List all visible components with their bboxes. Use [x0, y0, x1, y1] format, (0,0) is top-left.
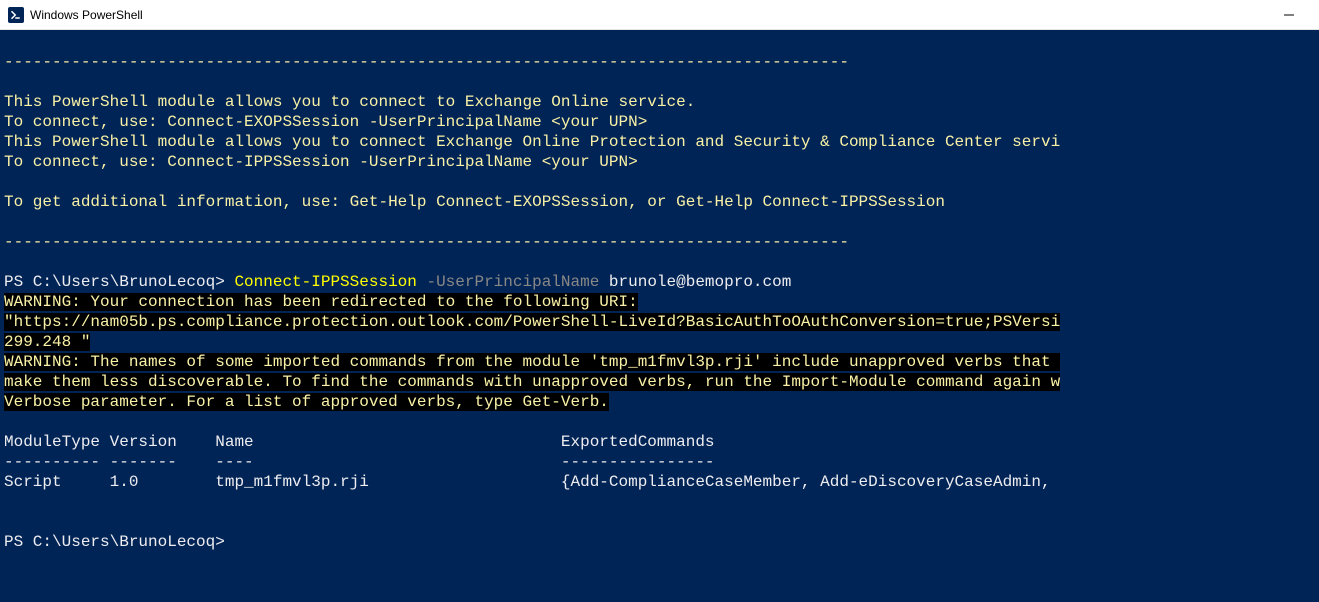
blank-line [4, 252, 1315, 272]
window-title: Windows PowerShell [30, 8, 143, 22]
minimize-button[interactable] [1266, 0, 1311, 30]
banner-hr-bottom: ----------------------------------------… [4, 232, 1315, 252]
table-row: Script 1.0 tmp_m1fmvl3p.rji {Add-Complia… [4, 472, 1315, 492]
warning-line-5: make them less discoverable. To find the… [4, 372, 1315, 392]
blank-line [4, 492, 1315, 512]
table-separator: ---------- ------- ---- ---------------- [4, 452, 1315, 472]
table-header: ModuleType Version Name ExportedCommands [4, 432, 1315, 452]
banner-line4: To connect, use: Connect-IPPSSession -Us… [4, 152, 1315, 172]
command-name: Connect-IPPSSession [234, 273, 426, 291]
blank-line [4, 172, 1315, 192]
warning-line-6: Verbose parameter. For a list of approve… [4, 392, 1315, 412]
warning-line-4: WARNING: The names of some imported comm… [4, 352, 1315, 372]
blank-line [4, 412, 1315, 432]
warning-line-2: "https://nam05b.ps.compliance.protection… [4, 312, 1315, 332]
ps-prompt: PS C:\Users\BrunoLecoq> [4, 273, 234, 291]
prompt-line-2: PS C:\Users\BrunoLecoq> [4, 532, 1315, 552]
banner-line5: To get additional information, use: Get-… [4, 192, 1315, 212]
blank-line [4, 32, 1315, 52]
banner-line3: This PowerShell module allows you to con… [4, 132, 1315, 152]
warning-line-1: WARNING: Your connection has been redire… [4, 292, 1315, 312]
powershell-icon [8, 7, 24, 23]
banner-hr-top: ----------------------------------------… [4, 52, 1315, 72]
blank-line [4, 512, 1315, 532]
blank-line [4, 212, 1315, 232]
window-titlebar[interactable]: Windows PowerShell [0, 0, 1319, 30]
terminal-area[interactable]: ----------------------------------------… [0, 30, 1319, 602]
banner-line2: To connect, use: Connect-EXOPSSession -U… [4, 112, 1315, 132]
banner-line1: This PowerShell module allows you to con… [4, 92, 1315, 112]
command-param: -UserPrincipalName [426, 273, 608, 291]
prompt-line-1: PS C:\Users\BrunoLecoq> Connect-IPPSSess… [4, 272, 1315, 292]
warning-line-3: 299.248 " [4, 332, 1315, 352]
blank-line [4, 72, 1315, 92]
command-arg: brunole@bemopro.com [609, 273, 791, 291]
